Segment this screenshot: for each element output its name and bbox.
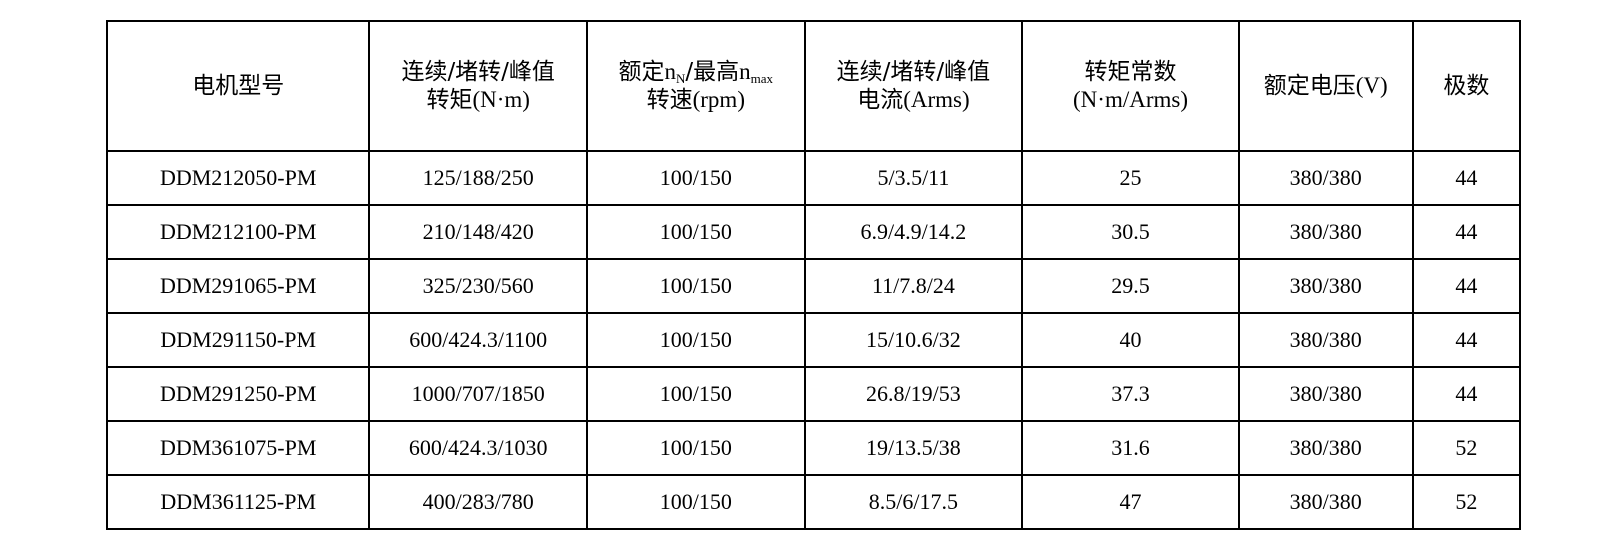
cell-torque: 1000/707/1850 <box>368 366 588 422</box>
header-row: 电机型号 连续/堵转/峰值 转矩(N·m) 额定nN/最高nmax 转速(rpm… <box>105 20 1522 152</box>
header-current-cn: 电流 <box>857 87 904 113</box>
header-voltage: 额定电压(V) <box>1237 20 1414 152</box>
header-current: 连续/堵转/峰值 电流(Arms) <box>803 20 1024 152</box>
header-voltage-cn: 额定电压 <box>1263 73 1356 99</box>
cell-torque: 600/424.3/1030 <box>368 420 588 476</box>
cell-poles: 44 <box>1411 150 1522 206</box>
cell-poles: 44 <box>1411 204 1522 260</box>
header-kt-line1: 转矩常数 <box>1084 59 1177 85</box>
cell-model: DDM291250-PM <box>105 366 371 422</box>
header-poles-label: 极数 <box>1443 73 1490 99</box>
table-row: DDM291065-PM 325/230/560 100/150 11/7.8/… <box>105 258 1522 314</box>
header-current-line1: 连续/堵转/峰值 <box>836 59 991 85</box>
cell-model: DDM361125-PM <box>105 474 371 530</box>
cell-poles: 52 <box>1411 474 1522 530</box>
cell-model: DDM291150-PM <box>105 312 371 368</box>
cell-current: 5/3.5/11 <box>803 150 1024 206</box>
header-model: 电机型号 <box>105 20 371 152</box>
cell-torque: 600/424.3/1100 <box>368 312 588 368</box>
cell-voltage: 380/380 <box>1237 312 1414 368</box>
table-row: DDM361125-PM 400/283/780 100/150 8.5/6/1… <box>105 474 1522 530</box>
header-current-line2: 电流(Arms) <box>806 86 1022 114</box>
header-poles: 极数 <box>1411 20 1522 152</box>
header-speed-n1-sub: N <box>676 71 686 86</box>
header-speed-pre: 额定 <box>618 59 665 85</box>
cell-current: 26.8/19/53 <box>803 366 1024 422</box>
header-speed-unit: (rpm) <box>692 87 745 112</box>
motor-spec-table: 电机型号 连续/堵转/峰值 转矩(N·m) 额定nN/最高nmax 转速(rpm… <box>105 20 1522 530</box>
cell-voltage: 380/380 <box>1237 420 1414 476</box>
cell-current: 8.5/6/17.5 <box>803 474 1024 530</box>
cell-speed: 100/150 <box>586 366 806 422</box>
header-torque-line1: 连续/堵转/峰值 <box>401 59 555 85</box>
header-speed-line1: 额定nN/最高nmax <box>588 58 804 86</box>
table-row: DDM361075-PM 600/424.3/1030 100/150 19/1… <box>105 420 1522 476</box>
cell-torque-constant: 37.3 <box>1021 366 1240 422</box>
cell-speed: 100/150 <box>586 150 806 206</box>
header-torque-line2: 转矩(N·m) <box>370 86 586 114</box>
cell-model: DDM212050-PM <box>105 150 371 206</box>
header-model-label: 电机型号 <box>192 73 285 99</box>
cell-torque-constant: 25 <box>1021 150 1240 206</box>
cell-torque-constant: 30.5 <box>1021 204 1240 260</box>
header-current-unit: (Arms) <box>903 87 970 112</box>
header-torque-constant: 转矩常数 (N·m/Arms) <box>1021 20 1240 152</box>
header-speed-mid: /最高 <box>685 59 740 85</box>
header-speed-line2: 转速(rpm) <box>588 86 804 114</box>
cell-torque-constant: 31.6 <box>1021 420 1240 476</box>
cell-current: 6.9/4.9/14.2 <box>803 204 1024 260</box>
table-row: DDM212050-PM 125/188/250 100/150 5/3.5/1… <box>105 150 1522 206</box>
cell-voltage: 380/380 <box>1237 474 1414 530</box>
table-row: DDM212100-PM 210/148/420 100/150 6.9/4.9… <box>105 204 1522 260</box>
cell-poles: 44 <box>1411 366 1522 422</box>
header-torque-cn: 转矩 <box>426 87 473 113</box>
table-body: DDM212050-PM 125/188/250 100/150 5/3.5/1… <box>105 150 1522 530</box>
cell-torque-constant: 47 <box>1021 474 1240 530</box>
cell-torque: 400/283/780 <box>368 474 588 530</box>
header-torque: 连续/堵转/峰值 转矩(N·m) <box>368 20 588 152</box>
cell-poles: 44 <box>1411 312 1522 368</box>
cell-speed: 100/150 <box>586 204 806 260</box>
cell-poles: 52 <box>1411 420 1522 476</box>
cell-current: 19/13.5/38 <box>803 420 1024 476</box>
header-voltage-unit: (V) <box>1355 73 1388 98</box>
cell-voltage: 380/380 <box>1237 366 1414 422</box>
cell-model: DDM212100-PM <box>105 204 371 260</box>
table-row: DDM291150-PM 600/424.3/1100 100/150 15/1… <box>105 312 1522 368</box>
cell-poles: 44 <box>1411 258 1522 314</box>
cell-voltage: 380/380 <box>1237 204 1414 260</box>
cell-model: DDM291065-PM <box>105 258 371 314</box>
cell-current: 15/10.6/32 <box>803 312 1024 368</box>
cell-speed: 100/150 <box>586 258 806 314</box>
cell-current: 11/7.8/24 <box>803 258 1024 314</box>
table-row: DDM291250-PM 1000/707/1850 100/150 26.8/… <box>105 366 1522 422</box>
header-speed-n1: n <box>664 59 677 84</box>
cell-speed: 100/150 <box>586 420 806 476</box>
cell-voltage: 380/380 <box>1237 150 1414 206</box>
cell-model: DDM361075-PM <box>105 420 371 476</box>
header-torque-unit: (N·m) <box>472 87 530 112</box>
cell-torque: 210/148/420 <box>368 204 588 260</box>
cell-speed: 100/150 <box>586 474 806 530</box>
cell-torque-constant: 40 <box>1021 312 1240 368</box>
header-speed-n2-sub: max <box>750 71 774 86</box>
header-kt-line2: (N·m/Arms) <box>1073 87 1188 112</box>
cell-torque: 125/188/250 <box>368 150 588 206</box>
header-speed-cn: 转速 <box>646 87 693 113</box>
cell-voltage: 380/380 <box>1237 258 1414 314</box>
cell-speed: 100/150 <box>586 312 806 368</box>
cell-torque-constant: 29.5 <box>1021 258 1240 314</box>
cell-torque: 325/230/560 <box>368 258 588 314</box>
header-speed-n2: n <box>739 59 751 84</box>
header-speed: 额定nN/最高nmax 转速(rpm) <box>586 20 806 152</box>
